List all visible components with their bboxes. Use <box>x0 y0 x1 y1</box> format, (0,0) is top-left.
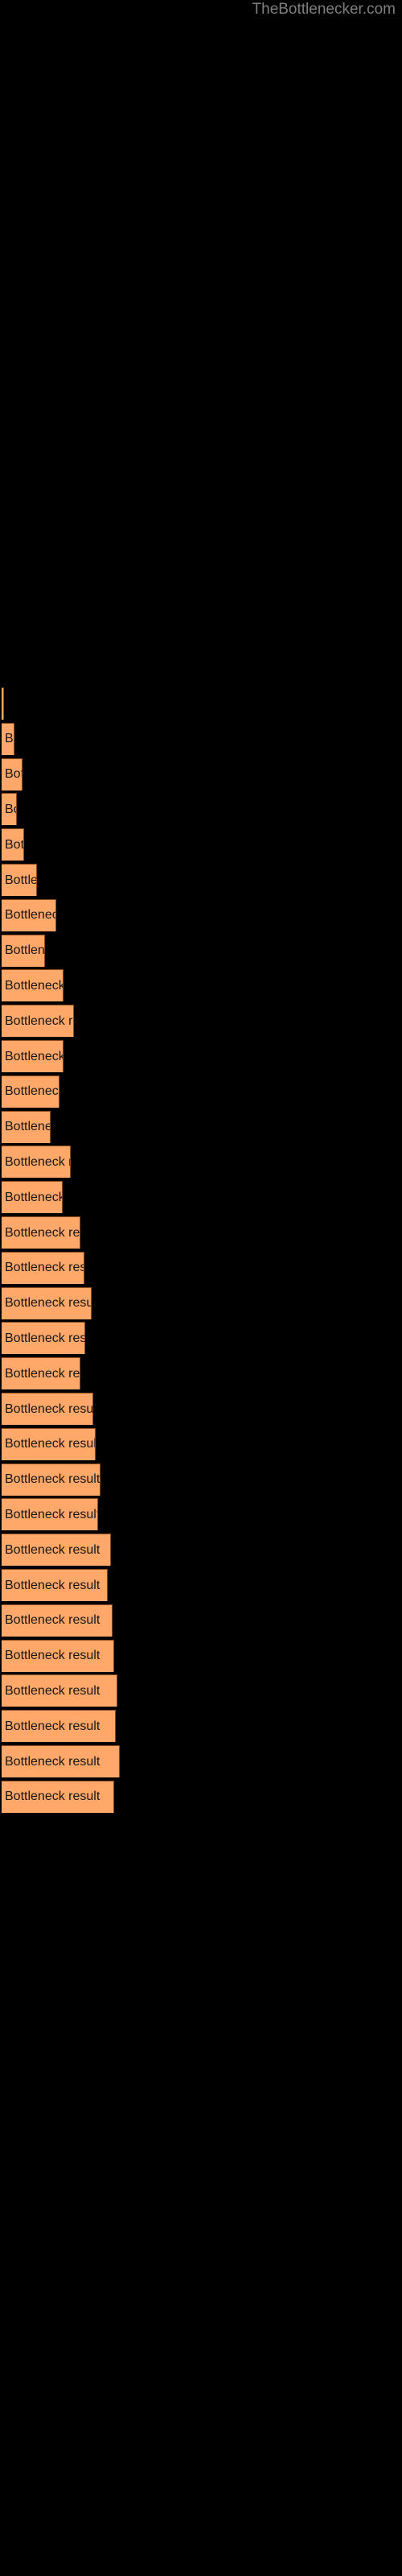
bar-label: Bottleneck result <box>5 1225 80 1240</box>
bar-label: Bottleneck result <box>5 1472 100 1487</box>
bar-row: Bottleneck result <box>0 1039 402 1074</box>
bar-label: Bottleneck result <box>5 1542 100 1557</box>
bar-label: Bottleneck result <box>5 1120 50 1134</box>
chart-bar[interactable]: Bottleneck result <box>2 1498 98 1531</box>
bar-row: Bottleneck result <box>0 1744 402 1779</box>
bar-row: Bottleneck result <box>0 1780 402 1814</box>
bar-row: Bottleneck result <box>0 722 402 757</box>
chart-bar[interactable]: Bottleneck result <box>2 793 17 826</box>
bar-row: Bottleneck result <box>0 1639 402 1674</box>
chart-bar[interactable]: Bottleneck result <box>2 1286 92 1319</box>
chart-bar[interactable]: Bottleneck result <box>2 828 24 861</box>
chart-bar[interactable]: Bottleneck result <box>2 898 56 931</box>
bar-row: Bottleneck result <box>0 828 402 862</box>
bar-row: Bottleneck result <box>0 1427 402 1462</box>
chart-bar[interactable]: Bottleneck result <box>2 1463 100 1496</box>
bar-label: Bottleneck result <box>5 1719 100 1733</box>
chart-bar[interactable]: Bottleneck result <box>2 1780 114 1813</box>
bar-label: Bottleneck result <box>5 1790 100 1804</box>
bar-row: Bottleneck result <box>0 1568 402 1603</box>
bar-row: Bottleneck result <box>0 1286 402 1321</box>
bar-row: Bottleneck result <box>0 758 402 792</box>
bar-label: Bottleneck result <box>5 1578 100 1592</box>
bar-label: Bottleneck result <box>5 978 64 993</box>
chart-bar[interactable]: Bottleneck result <box>2 1181 63 1214</box>
bar-row: Bottleneck result <box>0 1497 402 1532</box>
bar-row: Bottleneck result <box>0 1674 402 1708</box>
chart-bar[interactable]: Bottleneck result <box>2 1604 113 1637</box>
bar-label: Bottleneck result <box>5 1190 63 1204</box>
chart-bar[interactable]: Bottleneck result <box>2 1251 84 1284</box>
bar-label: Bottleneck result <box>5 837 24 852</box>
chart-bar[interactable]: Bottleneck result <box>2 1710 116 1743</box>
bar-label: Bottleneck result <box>5 1649 100 1663</box>
bottleneck-bar-chart: Bottleneck result Bottleneck result Bottle… <box>0 0 402 2576</box>
bar-label: Bottleneck result <box>5 1331 85 1345</box>
bar-row: Bottleneck result <box>0 792 402 827</box>
chart-bar[interactable]: Bottleneck result <box>2 722 14 755</box>
bar-row: Bottleneck result <box>0 1216 402 1250</box>
chart-bar[interactable]: Bottleneck result <box>2 969 64 1002</box>
bar-label: Bottleneck result <box>5 1049 64 1063</box>
chart-bar[interactable]: Bottleneck result <box>2 687 4 720</box>
bar-row: Bottleneck result <box>0 1004 402 1038</box>
bar-label: Bottleneck result <box>5 732 14 746</box>
bar-row: Bottleneck result <box>0 1145 402 1179</box>
chart-bar[interactable]: Bottleneck result <box>2 1110 51 1143</box>
bar-label: Bottleneck result <box>5 1613 100 1628</box>
chart-bar[interactable]: Bottleneck result <box>2 1216 80 1249</box>
chart-bar[interactable]: Bottleneck result <box>2 1534 111 1567</box>
bar-label: Bottleneck result <box>5 802 16 816</box>
chart-bar[interactable]: Bottleneck result <box>2 1427 96 1460</box>
bar-row: Bottleneck result <box>0 1533 402 1567</box>
bar-row: Bottleneck result <box>0 1180 402 1215</box>
bar-label: Bottleneck result <box>5 1013 73 1028</box>
bar-row: Bottleneck result <box>0 968 402 1003</box>
chart-bar[interactable]: Bottleneck result <box>2 1005 74 1038</box>
bar-row: Bottleneck result <box>0 1075 402 1109</box>
bar-row: Bottleneck result <box>0 1356 402 1391</box>
bar-row: Bottleneck result <box>0 1392 402 1426</box>
chart-bar[interactable]: Bottleneck result <box>2 1393 93 1425</box>
chart-bar[interactable]: Bottleneck result <box>2 758 23 791</box>
chart-bar[interactable]: Bottleneck result <box>2 1569 108 1601</box>
bar-label: Bottleneck result <box>5 1683 100 1698</box>
bar-label: Bottleneck result <box>5 767 22 782</box>
bar-label: Bottleneck result <box>5 873 36 887</box>
chart-bar[interactable]: Bottleneck result <box>2 934 45 967</box>
bar-label: Bottleneck result <box>5 1084 59 1099</box>
bar-row: Bottleneck result <box>0 1110 402 1145</box>
bar-row: Bottleneck result <box>0 687 402 721</box>
bar-label: Bottleneck result <box>5 1507 98 1521</box>
bar-label: Bottleneck result <box>5 908 55 923</box>
chart-bar[interactable]: Bottleneck result <box>2 1357 80 1390</box>
chart-bar[interactable]: Bottleneck result <box>2 1745 120 1777</box>
bar-label: Bottleneck result <box>5 1402 93 1416</box>
bar-row: Bottleneck result <box>0 1321 402 1356</box>
bar-label: Bottleneck result <box>5 1154 70 1169</box>
bar-row: Bottleneck result <box>0 1709 402 1744</box>
chart-bar[interactable]: Bottleneck result <box>2 864 37 896</box>
bar-row: Bottleneck result <box>0 1463 402 1497</box>
bar-label: Bottleneck result <box>5 1366 80 1381</box>
chart-bar[interactable]: Bottleneck result <box>2 1674 117 1707</box>
chart-bar[interactable]: Bottleneck result <box>2 1639 114 1672</box>
chart-bar[interactable]: Bottleneck result <box>2 1075 59 1108</box>
bar-row: Bottleneck result <box>0 934 402 968</box>
bar-row: Bottleneck result <box>0 863 402 898</box>
bar-label: Bottleneck result <box>5 1261 84 1275</box>
bar-label: Bottleneck result <box>5 1437 96 1451</box>
chart-bar[interactable]: Bottleneck result <box>2 1146 71 1179</box>
chart-bar[interactable]: Bottleneck result <box>2 1040 64 1072</box>
bar-label: Bottleneck result <box>5 1296 92 1311</box>
bar-label: Bottleneck result <box>5 943 45 958</box>
bar-row: Bottleneck result <box>0 1251 402 1286</box>
chart-bar[interactable]: Bottleneck result <box>2 1322 85 1355</box>
bar-row: Bottleneck result <box>0 898 402 933</box>
bar-row: Bottleneck result <box>0 1604 402 1638</box>
bar-label: Bottleneck result <box>5 1754 100 1769</box>
